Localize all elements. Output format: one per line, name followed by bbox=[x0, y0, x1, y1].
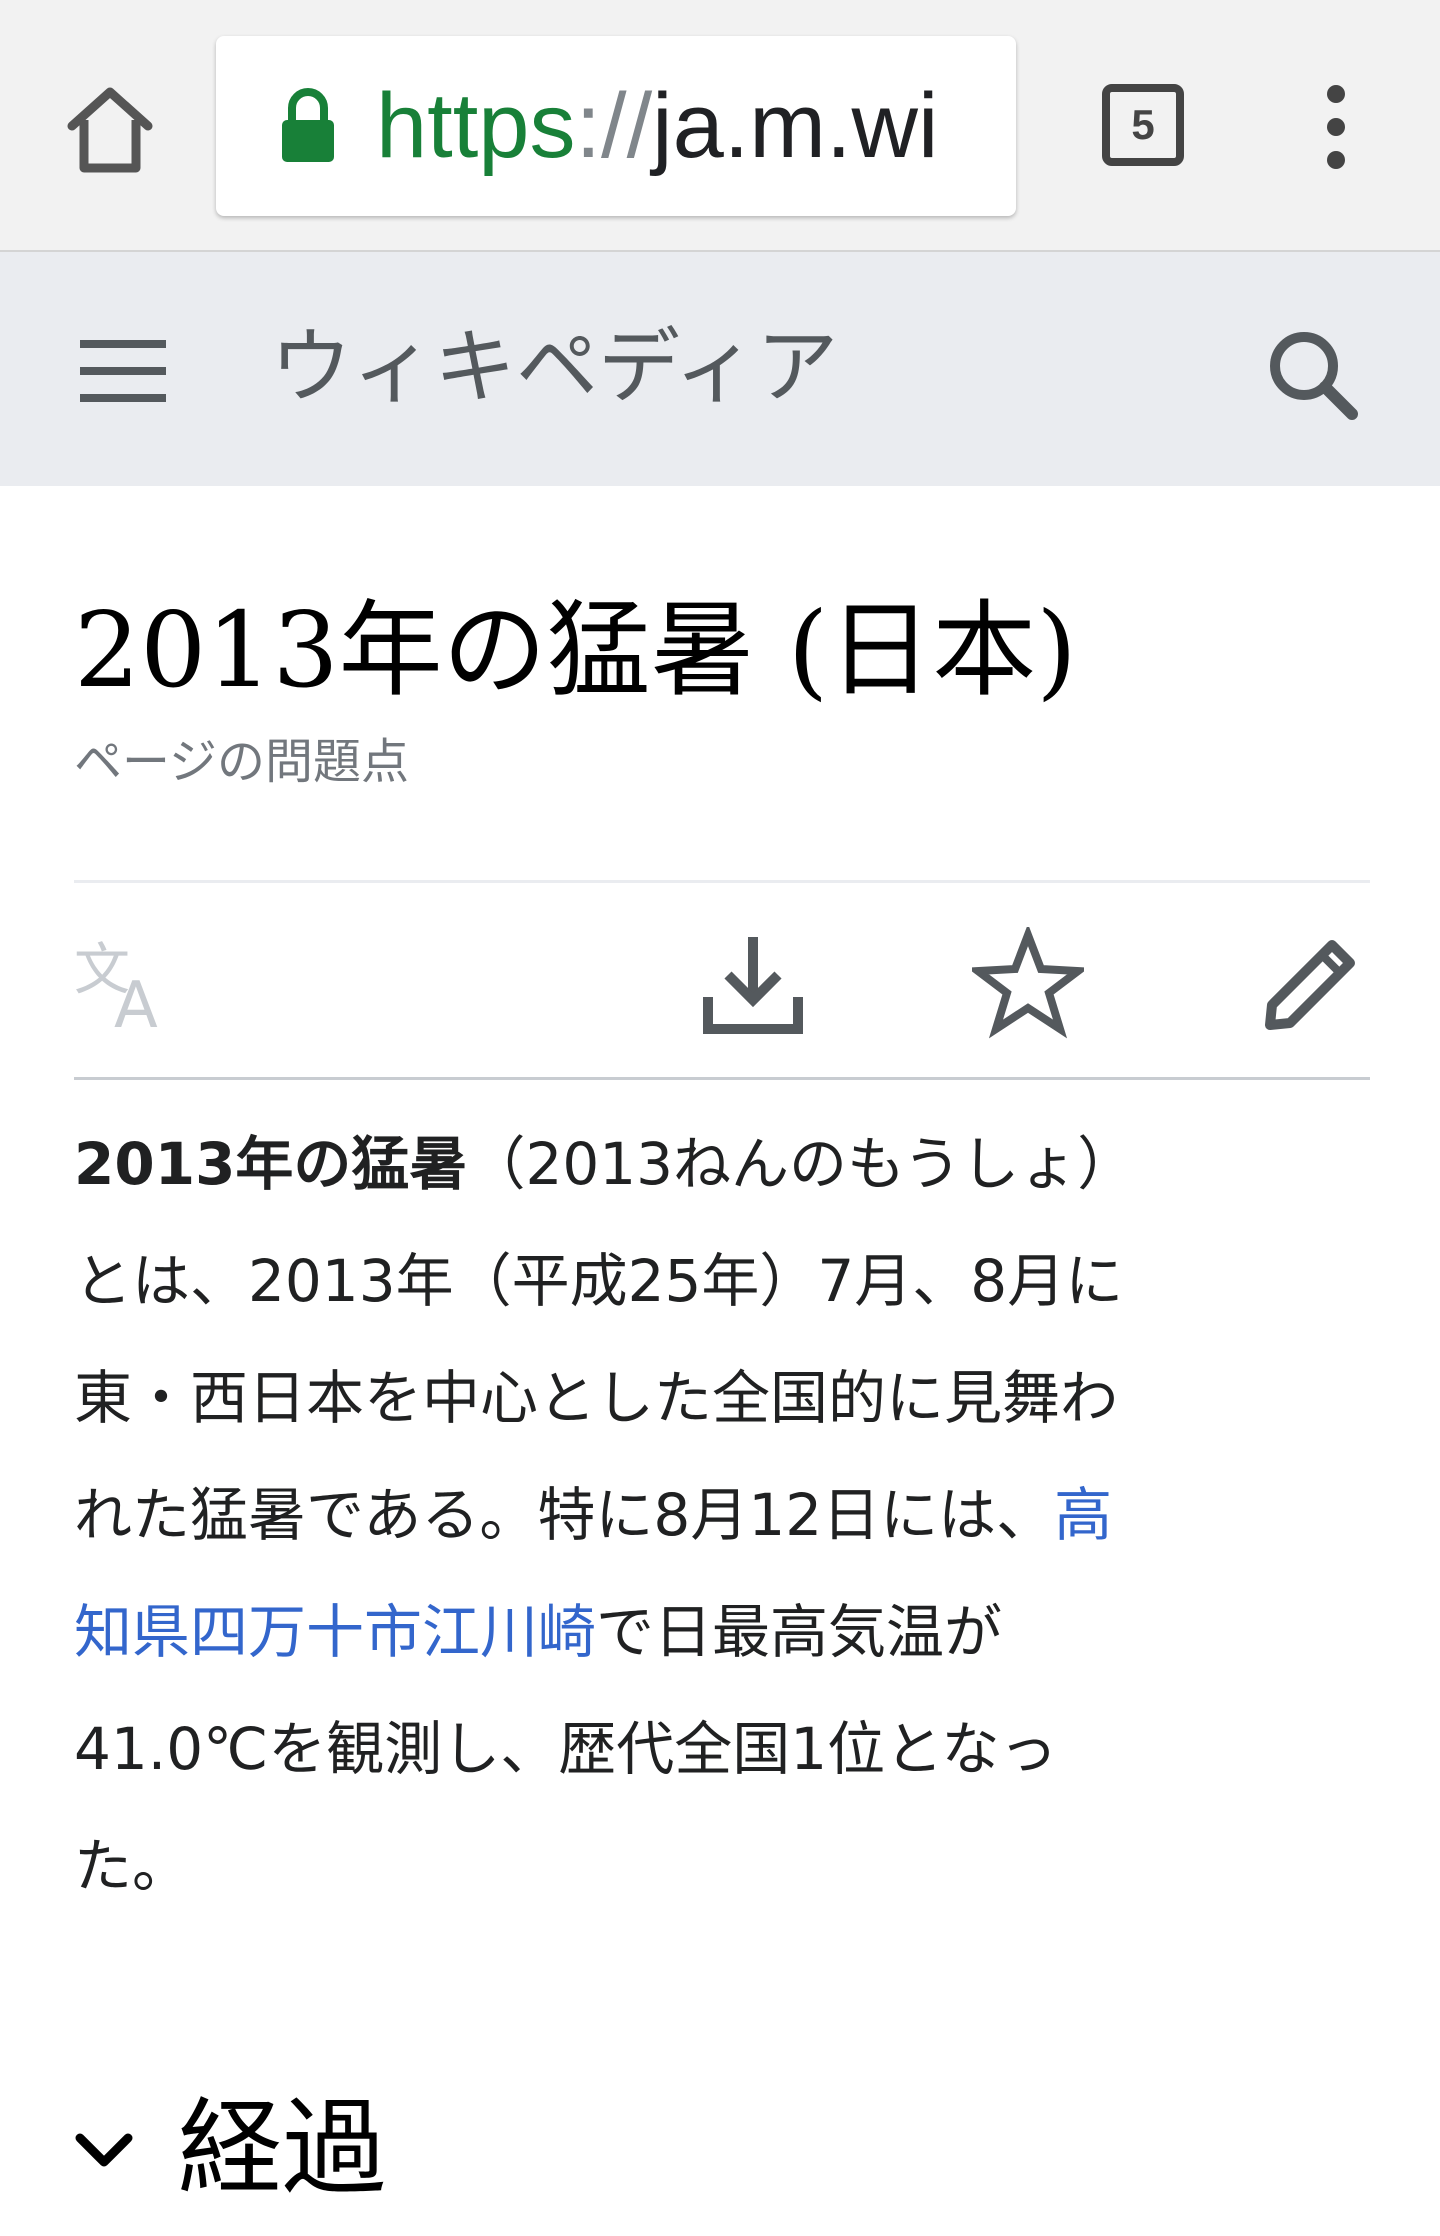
page-issues-link[interactable]: ページの問題点 bbox=[74, 732, 409, 792]
page-actions: 文 A bbox=[74, 880, 1370, 1080]
browser-toolbar: https://ja.m.wi 5 bbox=[0, 0, 1440, 252]
page-title: 2013年の猛暑 (日本) bbox=[74, 589, 1077, 711]
svg-text:A: A bbox=[114, 969, 158, 1031]
tab-switcher-button[interactable]: 5 bbox=[1100, 82, 1186, 168]
bold-term: 2013年の猛暑 bbox=[74, 1130, 468, 1198]
star-icon[interactable] bbox=[972, 927, 1084, 1039]
intro-text: とは、2013年（平成25年）7月、8月に bbox=[74, 1247, 1124, 1315]
search-button[interactable] bbox=[1262, 324, 1362, 424]
search-icon bbox=[1270, 332, 1358, 420]
intro-text: 41.0℃を観測し、歴代全国1位となっ bbox=[74, 1715, 1058, 1783]
main-menu-button[interactable] bbox=[78, 336, 168, 406]
url-separator: :// bbox=[575, 75, 653, 177]
place-link[interactable]: 知県四万十市江川崎 bbox=[74, 1598, 596, 1666]
home-icon bbox=[67, 87, 153, 173]
address-bar[interactable]: https://ja.m.wi bbox=[216, 36, 1016, 216]
place-link[interactable]: 高 bbox=[1054, 1481, 1112, 1549]
chevron-down-icon bbox=[75, 2133, 133, 2167]
article-intro: 2013年の猛暑（2013ねんのもうしょ） とは、2013年（平成25年）7月、… bbox=[74, 1106, 1370, 1925]
section-heading[interactable]: 経過 bbox=[74, 2078, 1370, 2218]
intro-text: （2013ねんのもうしょ） bbox=[467, 1130, 1136, 1198]
menu-icon bbox=[80, 340, 166, 402]
intro-text: で日最高気温が bbox=[596, 1598, 1003, 1666]
url-host: ja.m.wi bbox=[652, 75, 939, 177]
section-title: 経過 bbox=[178, 2087, 387, 2209]
wiki-header: ウィキペディア bbox=[0, 252, 1440, 486]
url-text: https://ja.m.wi bbox=[376, 78, 938, 174]
tab-count: 5 bbox=[1131, 101, 1155, 148]
home-button[interactable] bbox=[60, 80, 160, 180]
edit-icon[interactable] bbox=[1262, 933, 1362, 1033]
intro-text: 東・西日本を中心とした全国的に見舞わ bbox=[74, 1364, 1119, 1432]
browser-menu-button[interactable] bbox=[1306, 82, 1366, 172]
lock-icon bbox=[282, 88, 334, 162]
site-title[interactable]: ウィキペディア bbox=[270, 318, 838, 418]
url-scheme: https bbox=[376, 75, 576, 177]
intro-text: れた猛暑である。特に8月12日には、 bbox=[74, 1481, 1055, 1549]
language-icon[interactable]: 文 A bbox=[74, 931, 184, 1031]
download-icon[interactable] bbox=[700, 931, 806, 1037]
intro-text: た。 bbox=[74, 1832, 191, 1900]
more-vert-icon bbox=[1327, 85, 1345, 169]
